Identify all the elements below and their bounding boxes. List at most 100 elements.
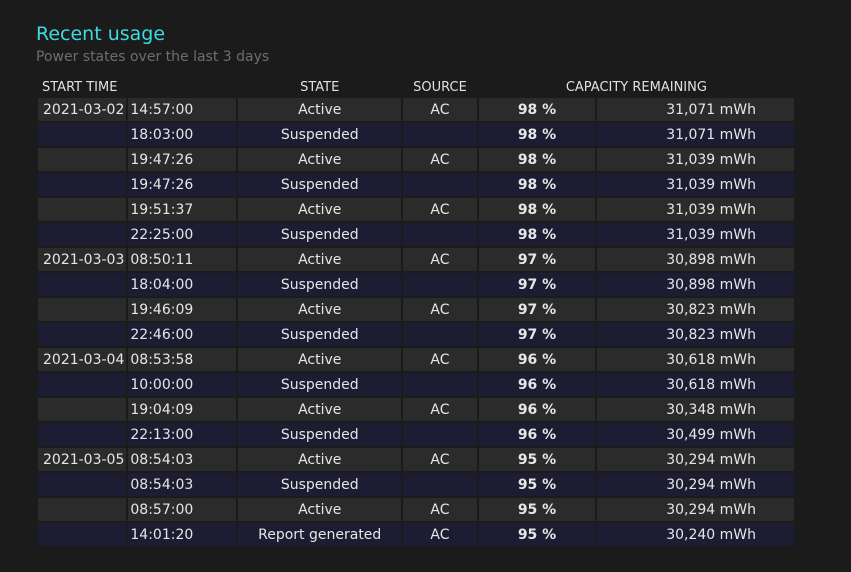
row-capacity-mwh: 30,294 mWh xyxy=(597,498,794,521)
row-capacity-percent: 96 % xyxy=(478,398,596,421)
row-time: 18:04:00 xyxy=(128,273,237,296)
row-capacity-mwh: 30,348 mWh xyxy=(597,398,794,421)
row-capacity-percent: 96 % xyxy=(478,348,596,371)
row-source: AC xyxy=(403,498,477,521)
row-date xyxy=(38,273,127,296)
row-state: Suspended xyxy=(238,323,402,346)
header-state: STATE xyxy=(300,79,340,95)
table-row: 08:57:00 Active AC 95 % 30,294 mWh xyxy=(38,498,794,521)
row-capacity-percent: 96 % xyxy=(478,423,596,446)
row-source xyxy=(403,173,477,196)
row-capacity-percent: 98 % xyxy=(478,123,596,146)
table-row: 10:00:00 Suspended 96 % 30,618 mWh xyxy=(38,373,794,396)
row-state: Active xyxy=(238,198,402,221)
row-capacity-mwh: 31,039 mWh xyxy=(597,148,794,171)
row-time: 19:46:09 xyxy=(128,298,237,321)
row-capacity-percent: 98 % xyxy=(478,198,596,221)
row-capacity-mwh: 30,823 mWh xyxy=(597,298,794,321)
row-time: 22:25:00 xyxy=(128,223,237,246)
row-time: 08:50:11 xyxy=(128,248,237,271)
row-capacity-mwh: 31,039 mWh xyxy=(597,173,794,196)
header-capacity-remaining: CAPACITY REMAINING xyxy=(565,79,707,95)
row-state: Suspended xyxy=(238,373,402,396)
row-time: 14:57:00 xyxy=(128,98,237,121)
row-capacity-mwh: 31,071 mWh xyxy=(597,123,794,146)
row-source xyxy=(403,273,477,296)
row-date xyxy=(38,323,127,346)
row-capacity-percent: 97 % xyxy=(478,323,596,346)
row-time: 19:47:26 xyxy=(128,173,237,196)
row-capacity-mwh: 30,618 mWh xyxy=(597,348,794,371)
row-source xyxy=(403,123,477,146)
row-time: 10:00:00 xyxy=(128,373,237,396)
row-time: 22:46:00 xyxy=(128,323,237,346)
row-capacity-percent: 95 % xyxy=(478,523,596,546)
row-state: Report generated xyxy=(238,523,402,546)
row-time: 22:13:00 xyxy=(128,423,237,446)
row-source: AC xyxy=(403,298,477,321)
row-time: 08:57:00 xyxy=(128,498,237,521)
table-row: 2021-03-03 08:50:11 Active AC 97 % 30,89… xyxy=(38,248,794,271)
row-date xyxy=(38,498,127,521)
row-date: 2021-03-05 xyxy=(38,448,127,471)
row-state: Active xyxy=(238,298,402,321)
row-state: Suspended xyxy=(238,123,402,146)
row-date xyxy=(38,173,127,196)
row-capacity-mwh: 30,618 mWh xyxy=(597,373,794,396)
row-capacity-mwh: 30,294 mWh xyxy=(597,473,794,496)
row-date: 2021-03-03 xyxy=(38,248,127,271)
row-time: 08:54:03 xyxy=(128,448,237,471)
row-capacity-percent: 97 % xyxy=(478,273,596,296)
table-row: 19:04:09 Active AC 96 % 30,348 mWh xyxy=(38,398,794,421)
row-capacity-percent: 98 % xyxy=(478,223,596,246)
row-capacity-percent: 97 % xyxy=(478,248,596,271)
row-capacity-mwh: 31,071 mWh xyxy=(597,98,794,121)
row-state: Active xyxy=(238,348,402,371)
row-state: Active xyxy=(238,98,402,121)
section-title: Recent usage xyxy=(36,23,166,45)
table-row: 22:46:00 Suspended 97 % 30,823 mWh xyxy=(38,323,794,346)
row-time: 14:01:20 xyxy=(128,523,237,546)
row-state: Active xyxy=(238,398,402,421)
row-date xyxy=(38,473,127,496)
row-capacity-percent: 98 % xyxy=(478,148,596,171)
row-capacity-mwh: 30,898 mWh xyxy=(597,248,794,271)
row-state: Active xyxy=(238,148,402,171)
row-capacity-percent: 98 % xyxy=(478,173,596,196)
row-source xyxy=(403,223,477,246)
row-capacity-mwh: 30,898 mWh xyxy=(597,273,794,296)
table-row: 22:13:00 Suspended 96 % 30,499 mWh xyxy=(38,423,794,446)
row-source: AC xyxy=(403,523,477,546)
row-source: AC xyxy=(403,448,477,471)
row-time: 08:53:58 xyxy=(128,348,237,371)
row-source xyxy=(403,473,477,496)
row-capacity-percent: 97 % xyxy=(478,298,596,321)
row-date xyxy=(38,198,127,221)
row-capacity-percent: 95 % xyxy=(478,448,596,471)
row-source xyxy=(403,323,477,346)
header-source: SOURCE xyxy=(413,79,467,95)
table-row: 22:25:00 Suspended 98 % 31,039 mWh xyxy=(38,223,794,246)
row-capacity-mwh: 31,039 mWh xyxy=(597,198,794,221)
row-date: 2021-03-04 xyxy=(38,348,127,371)
table-row: 2021-03-04 08:53:58 Active AC 96 % 30,61… xyxy=(38,348,794,371)
row-source xyxy=(403,373,477,396)
row-source: AC xyxy=(403,198,477,221)
row-time: 19:04:09 xyxy=(128,398,237,421)
row-state: Suspended xyxy=(238,223,402,246)
table-row: 19:47:26 Active AC 98 % 31,039 mWh xyxy=(38,148,794,171)
row-capacity-percent: 98 % xyxy=(478,98,596,121)
row-state: Active xyxy=(238,448,402,471)
row-time: 08:54:03 xyxy=(128,473,237,496)
table-row: 14:01:20 Report generated AC 95 % 30,240… xyxy=(38,523,794,546)
row-date xyxy=(38,123,127,146)
table-row: 08:54:03 Suspended 95 % 30,294 mWh xyxy=(38,473,794,496)
table-row: 19:51:37 Active AC 98 % 31,039 mWh xyxy=(38,198,794,221)
usage-table: START TIME STATE SOURCE CAPACITY REMAINI… xyxy=(36,76,796,548)
row-date xyxy=(38,423,127,446)
row-capacity-mwh: 30,823 mWh xyxy=(597,323,794,346)
row-capacity-mwh: 31,039 mWh xyxy=(597,223,794,246)
row-state: Suspended xyxy=(238,173,402,196)
row-capacity-percent: 96 % xyxy=(478,373,596,396)
row-date xyxy=(38,298,127,321)
